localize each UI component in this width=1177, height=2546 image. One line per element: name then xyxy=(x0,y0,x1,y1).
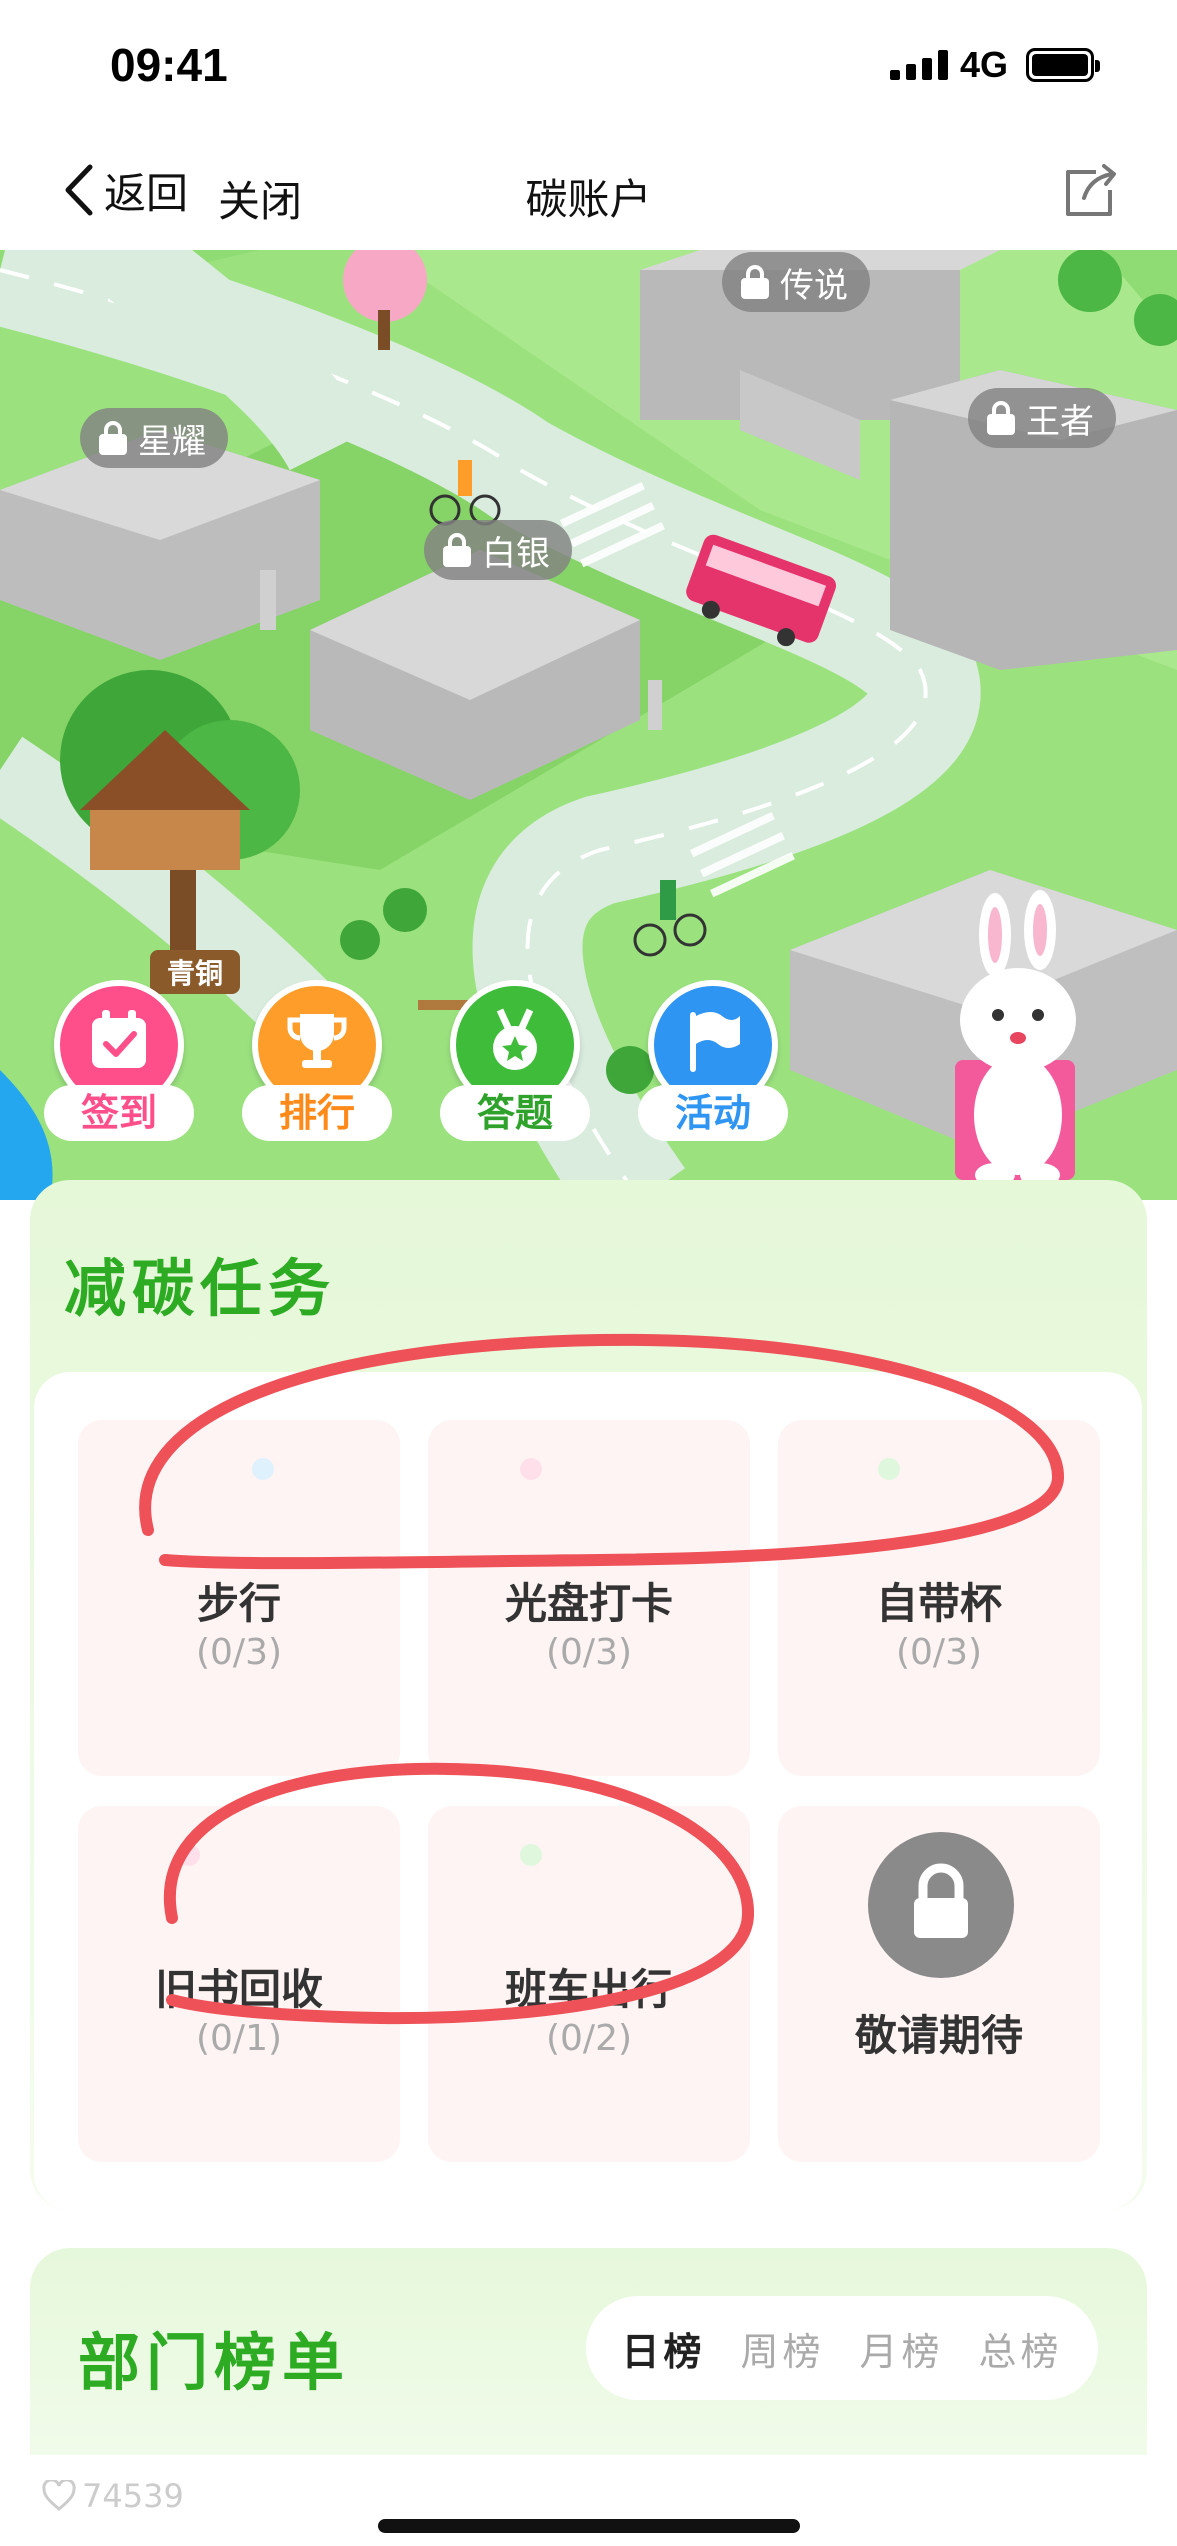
cup-icon xyxy=(878,1458,900,1480)
level-lock-king[interactable]: 王者 xyxy=(968,388,1116,448)
ranking-label: 排行 xyxy=(242,1085,392,1141)
task-clean-plate[interactable]: 光盘打卡 (0/3) xyxy=(428,1420,750,1776)
flag-icon xyxy=(690,1012,740,1072)
page-title: 碳账户 xyxy=(525,175,652,224)
level-label: 星耀 xyxy=(138,421,206,462)
tab-monthly[interactable]: 月榜 xyxy=(859,2321,943,2376)
home-indicator[interactable] xyxy=(378,2519,800,2533)
share-icon[interactable] xyxy=(1060,160,1120,220)
task-walking[interactable]: 步行 (0/3) xyxy=(78,1420,400,1776)
bus-icon xyxy=(520,1844,542,1866)
battery-icon xyxy=(1026,48,1100,82)
task-name: 敬请期待 xyxy=(854,2011,1023,2060)
task-progress: (0/3) xyxy=(195,1632,283,1673)
status-time: 09:41 xyxy=(110,39,228,91)
task-name: 光盘打卡 xyxy=(504,1579,673,1628)
task-book-recycle[interactable]: 旧书回收 (0/1) xyxy=(78,1806,400,2162)
tab-weekly[interactable]: 周榜 xyxy=(740,2321,824,2376)
network-type: 4G xyxy=(960,44,1009,85)
task-coming-soon: 敬请期待 xyxy=(778,1806,1100,2162)
quiz-label: 答题 xyxy=(440,1085,590,1141)
task-progress: (0/2) xyxy=(545,2018,633,2059)
task-own-cup[interactable]: 自带杯 (0/3) xyxy=(778,1420,1100,1776)
heart-icon xyxy=(42,2480,76,2511)
lock-icon xyxy=(986,401,1016,435)
ranking-button[interactable]: 排行 xyxy=(242,980,392,1150)
task-progress: (0/1) xyxy=(195,2018,283,2059)
ranking-section-title: 部门榜单 xyxy=(78,2326,351,2399)
status-bar: 09:41 4G xyxy=(0,0,1177,130)
level-lock-starlight[interactable]: 星耀 xyxy=(80,408,228,468)
tab-total[interactable]: 总榜 xyxy=(978,2321,1062,2376)
lock-icon xyxy=(98,421,128,455)
quiz-button[interactable]: 答题 xyxy=(440,980,590,1150)
task-progress: (0/3) xyxy=(545,1632,633,1673)
task-name: 班车出行 xyxy=(504,1965,673,2014)
activity-label: 活动 xyxy=(638,1085,788,1141)
task-progress: (0/3) xyxy=(895,1632,983,1673)
level-lock-legend[interactable]: 传说 xyxy=(722,252,870,312)
bottom-bar: 74539 xyxy=(0,2455,1177,2546)
lock-icon xyxy=(740,265,770,299)
task-shuttle[interactable]: 班车出行 (0/2) xyxy=(428,1806,750,2162)
tab-daily[interactable]: 日榜 xyxy=(621,2321,705,2376)
level-label: 王者 xyxy=(1026,401,1094,442)
task-name: 步行 xyxy=(196,1579,281,1628)
lock-icon xyxy=(442,533,472,567)
rabbit-mascot xyxy=(955,890,1076,1187)
checkin-button[interactable]: 签到 xyxy=(44,980,194,1150)
task-name: 自带杯 xyxy=(875,1579,1002,1628)
trophy-icon xyxy=(287,1014,347,1068)
walking-icon xyxy=(252,1458,274,1480)
ranking-tabs: 日榜 周榜 月榜 总榜 xyxy=(586,2296,1098,2400)
medal-icon xyxy=(493,1008,537,1070)
like-counter[interactable]: 74539 xyxy=(42,2477,184,2515)
locked-disc xyxy=(868,1832,1014,1978)
nav-bar: 返回 关闭 碳账户 xyxy=(0,130,1177,250)
like-count: 74539 xyxy=(82,2477,184,2515)
task-name: 旧书回收 xyxy=(154,1965,323,2014)
book-icon xyxy=(178,1844,200,1866)
lock-icon xyxy=(914,1863,968,1938)
carbon-city-map: 传说 星耀 王者 白银 青铜 签到 排行 答题 活动 xyxy=(0,250,1177,1200)
calendar-icon xyxy=(92,1010,146,1068)
level-label: 白银 xyxy=(482,533,550,574)
activity-button[interactable]: 活动 xyxy=(638,980,788,1150)
checkin-label: 签到 xyxy=(44,1085,194,1141)
task-section-title: 减碳任务 xyxy=(64,1252,337,1325)
signal-icon xyxy=(890,50,948,80)
level-lock-silver[interactable]: 白银 xyxy=(424,520,572,580)
level-label: 传说 xyxy=(780,265,848,306)
plate-icon xyxy=(520,1458,542,1480)
